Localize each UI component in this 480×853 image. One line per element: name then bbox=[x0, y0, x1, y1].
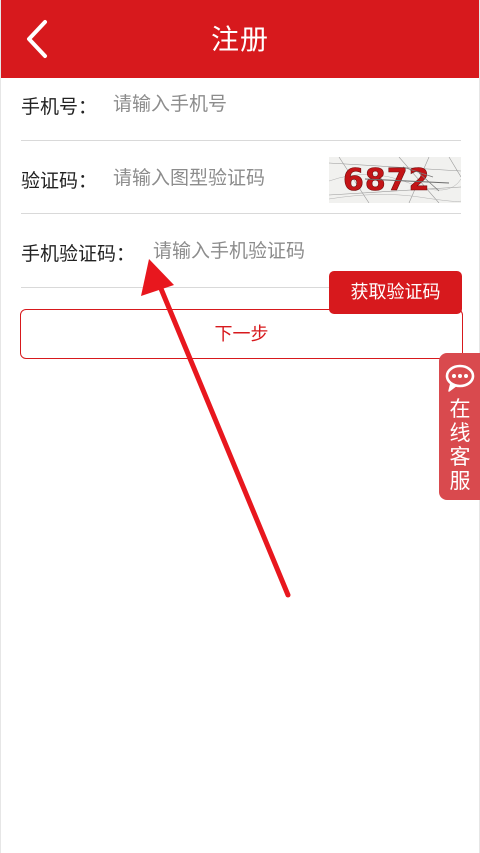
phone-label: 手机号： bbox=[21, 96, 98, 118]
service-char: 客 bbox=[449, 445, 471, 469]
online-service-label: 在 线 客 服 bbox=[439, 397, 480, 493]
captcha-label: 验证码： bbox=[21, 170, 98, 192]
next-step-button[interactable]: 下一步 bbox=[20, 309, 463, 359]
service-char: 在 bbox=[449, 397, 471, 421]
sms-code-input[interactable] bbox=[153, 237, 333, 265]
get-sms-code-button[interactable]: 获取验证码 bbox=[329, 271, 462, 314]
captcha-graphic: 6872 bbox=[328, 156, 462, 204]
phone-row: 手机号： bbox=[21, 90, 461, 120]
sms-code-label: 手机验证码： bbox=[21, 243, 136, 265]
app-header: 注册 bbox=[1, 0, 479, 78]
phone-input[interactable] bbox=[113, 90, 413, 118]
chat-bubble-icon bbox=[445, 364, 475, 392]
register-page: 注册 手机号： 验证码： 6872 bbox=[0, 0, 480, 853]
service-char: 线 bbox=[449, 421, 471, 445]
annotation-arrow bbox=[141, 259, 291, 598]
sms-code-row: 手机验证码： bbox=[21, 237, 461, 267]
captcha-input[interactable] bbox=[113, 164, 323, 192]
page-title: 注册 bbox=[210, 23, 269, 56]
captcha-image[interactable]: 6872 bbox=[328, 156, 462, 204]
divider bbox=[21, 140, 461, 141]
divider bbox=[21, 213, 461, 214]
online-service-tab[interactable]: 在 线 客 服 bbox=[439, 353, 480, 500]
service-char: 服 bbox=[449, 469, 471, 493]
